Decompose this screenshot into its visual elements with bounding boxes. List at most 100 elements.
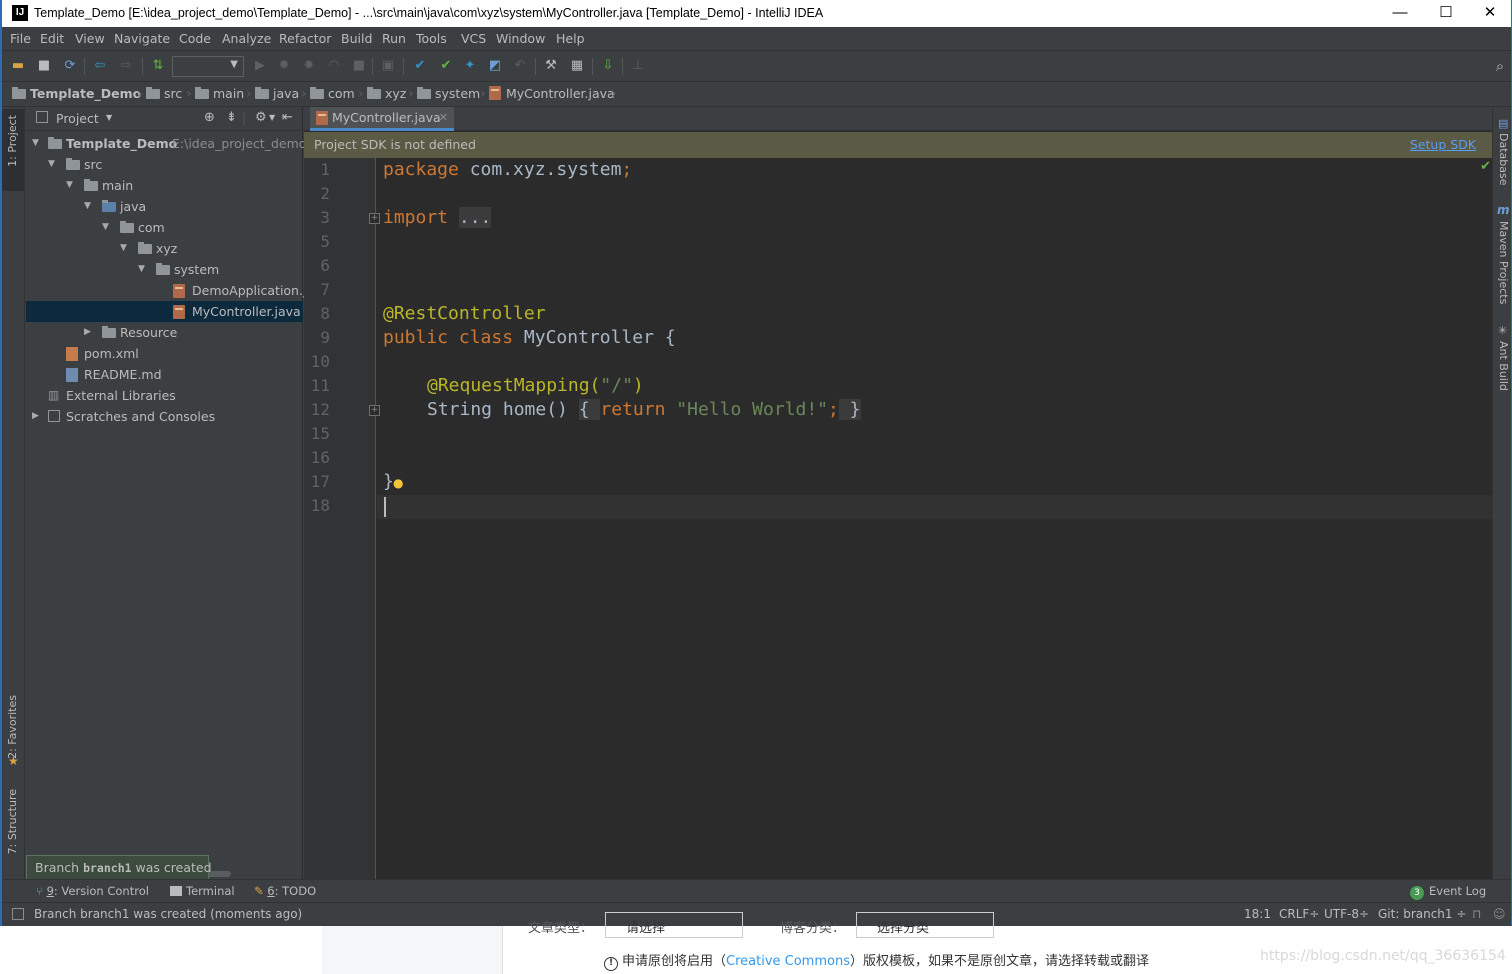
breadcrumb-item-system[interactable]: system bbox=[417, 86, 480, 101]
settings-wrench-icon[interactable]: ⚒ bbox=[543, 58, 559, 74]
menu-run[interactable]: Run bbox=[382, 31, 406, 46]
blog-category-select[interactable]: 选择分类 bbox=[856, 912, 994, 938]
debug-icon[interactable]: ✹ bbox=[276, 58, 292, 74]
gear-icon[interactable]: ⚙ bbox=[255, 110, 267, 125]
event-log-tab[interactable]: 3 Event Log bbox=[1410, 884, 1486, 900]
breadcrumb-item-java[interactable]: java bbox=[255, 86, 299, 101]
status-message[interactable]: Branch branch1 was created (moments ago) bbox=[34, 907, 302, 921]
breadcrumb-item-main[interactable]: main bbox=[195, 86, 244, 101]
vcs-compare-icon[interactable]: ✦ bbox=[462, 58, 478, 74]
menu-analyze[interactable]: Analyze bbox=[222, 31, 271, 46]
tool-icon[interactable]: ⊥ bbox=[630, 58, 646, 74]
collapse-all-icon[interactable]: ⇟ bbox=[226, 110, 237, 125]
database-tool-tab[interactable]: Database bbox=[1497, 133, 1510, 186]
menu-view[interactable]: View bbox=[75, 31, 105, 46]
menu-refactor[interactable]: Refactor bbox=[279, 31, 331, 46]
profile-icon[interactable]: ◠ bbox=[326, 58, 342, 74]
project-view-select[interactable]: Project bbox=[56, 111, 99, 126]
tree-item-pom[interactable]: pom.xml bbox=[26, 343, 303, 364]
menu-build[interactable]: Build bbox=[341, 31, 372, 46]
article-type-select[interactable]: 请选择 bbox=[605, 912, 743, 938]
version-control-tab[interactable]: ⑂ 9: Version Control bbox=[36, 884, 149, 898]
breadcrumb-item-project[interactable]: Template_Demo bbox=[12, 86, 141, 101]
vcs-commit-icon[interactable]: ✔ bbox=[438, 58, 454, 74]
forward-arrow-icon[interactable]: ⇨ bbox=[118, 58, 134, 74]
menu-edit[interactable]: Edit bbox=[40, 31, 64, 46]
menu-window[interactable]: Window bbox=[496, 31, 545, 46]
structure-tool-tab[interactable]: 7: Structure bbox=[6, 789, 19, 854]
tree-item-readme[interactable]: README.md bbox=[26, 364, 303, 385]
tree-item-resource[interactable]: ▶ Resource bbox=[26, 322, 303, 343]
sync-icon[interactable]: ⟳ bbox=[62, 58, 78, 74]
breadcrumb-item-com[interactable]: com bbox=[310, 86, 355, 101]
tree-item-xyz[interactable]: ▼ xyz bbox=[26, 238, 303, 259]
tree-item-system[interactable]: ▼ system bbox=[26, 259, 303, 280]
inspection-ok-icon[interactable]: ✔ bbox=[1480, 159, 1491, 174]
memory-indicator-icon[interactable]: ☺ bbox=[1493, 907, 1506, 921]
toggle-tool-windows-icon[interactable] bbox=[12, 908, 24, 920]
menu-navigate[interactable]: Navigate bbox=[114, 31, 170, 46]
ant-build-tool-tab[interactable]: Ant Build bbox=[1497, 341, 1510, 391]
tree-item-mycontroller[interactable]: MyController.java bbox=[26, 301, 303, 322]
tab-mycontroller[interactable]: MyController.java ✕ bbox=[310, 107, 454, 131]
maximize-button[interactable]: ☐ bbox=[1423, 0, 1469, 27]
tree-item-com[interactable]: ▼ com bbox=[26, 217, 303, 238]
file-encoding[interactable]: UTF-8÷ bbox=[1324, 907, 1369, 921]
back-arrow-icon[interactable]: ⇦ bbox=[92, 58, 108, 74]
save-all-icon[interactable]: ■ bbox=[36, 58, 52, 74]
creative-commons-link[interactable]: Creative Commons bbox=[726, 954, 850, 969]
menu-help[interactable]: Help bbox=[556, 31, 585, 46]
run-icon[interactable]: ▶ bbox=[252, 58, 268, 74]
close-tab-icon[interactable]: ✕ bbox=[439, 107, 448, 129]
code-editor[interactable]: package com.xyz.system; import ... @Rest… bbox=[377, 158, 1492, 879]
folded-imports[interactable]: ... bbox=[458, 207, 492, 228]
maven-tool-tab[interactable]: Maven Projects bbox=[1497, 221, 1510, 304]
breadcrumb-item-src[interactable]: src bbox=[146, 86, 182, 101]
git-branch[interactable]: Git: branch1 ÷ bbox=[1378, 907, 1466, 921]
minimize-button[interactable]: — bbox=[1377, 0, 1423, 27]
tree-item-external-libraries[interactable]: ▥ External Libraries bbox=[26, 385, 303, 406]
vcs-update-icon[interactable]: ✔ bbox=[412, 58, 428, 74]
tree-item-src[interactable]: ▼ src bbox=[26, 154, 303, 175]
vcs-history-icon[interactable]: ◩ bbox=[487, 58, 503, 74]
terminal-tab[interactable]: Terminal bbox=[170, 884, 235, 898]
chevron-down-icon[interactable]: ▼ bbox=[269, 113, 275, 122]
project-structure-icon[interactable]: ▦ bbox=[569, 58, 585, 74]
tree-item-main[interactable]: ▼ main bbox=[26, 175, 303, 196]
todo-tab[interactable]: ✎ 6: TODO bbox=[254, 884, 316, 898]
coverage-icon[interactable]: ✹ bbox=[301, 58, 317, 74]
menu-code[interactable]: Code bbox=[179, 31, 211, 46]
tree-item-demoapplication[interactable]: DemoApplication.ja bbox=[26, 280, 314, 301]
search-everywhere-icon[interactable]: ⌕ bbox=[1492, 58, 1508, 74]
project-tool-tab[interactable]: 1: Project bbox=[6, 115, 19, 167]
breadcrumb-item-file[interactable]: MyController.java bbox=[489, 86, 615, 101]
locate-target-icon[interactable]: ⊕ bbox=[204, 110, 215, 125]
chevron-down-icon[interactable]: ▼ bbox=[106, 113, 112, 122]
breadcrumb-item-xyz[interactable]: xyz bbox=[367, 86, 406, 101]
menu-file[interactable]: File bbox=[10, 31, 31, 46]
open-folder-icon[interactable]: ▬ bbox=[10, 58, 26, 74]
build-icon[interactable]: ⇅ bbox=[150, 58, 166, 74]
vcs-revert-icon[interactable]: ↶ bbox=[512, 58, 528, 74]
folder-icon bbox=[84, 179, 98, 191]
tree-item-project[interactable]: ▼ Template_Demo E:\idea_project_demo\ bbox=[26, 133, 311, 154]
tree-item-java[interactable]: ▼ java bbox=[26, 196, 303, 217]
line-separator[interactable]: CRLF÷ bbox=[1279, 907, 1319, 921]
tree-item-scratches[interactable]: ▶ Scratches and Consoles bbox=[26, 406, 303, 427]
setup-sdk-link[interactable]: Setup SDK bbox=[1410, 132, 1476, 158]
sdk-download-icon[interactable]: ⇩ bbox=[600, 58, 616, 74]
close-button[interactable]: ✕ bbox=[1467, 0, 1511, 27]
run-config-select[interactable]: ▼ bbox=[172, 56, 244, 77]
hide-panel-icon[interactable]: ⇤ bbox=[282, 110, 293, 125]
stop-icon[interactable]: ■ bbox=[351, 58, 367, 74]
collapsed-arrow-icon: ▶ bbox=[32, 411, 39, 421]
lightbulb-icon[interactable]: ● bbox=[393, 476, 403, 490]
menu-vcs[interactable]: VCS bbox=[461, 31, 486, 46]
favorites-tool-tab[interactable]: 2: Favorites bbox=[6, 695, 19, 759]
lock-icon[interactable]: ⊓ bbox=[1472, 907, 1481, 921]
branch-created-balloon[interactable]: Branch branch1 was created bbox=[26, 855, 212, 881]
attach-icon[interactable]: ▣ bbox=[380, 58, 396, 74]
caret-position[interactable]: 18:1 bbox=[1244, 907, 1271, 921]
line-number: 7 bbox=[320, 280, 330, 299]
menu-tools[interactable]: Tools bbox=[416, 31, 447, 46]
